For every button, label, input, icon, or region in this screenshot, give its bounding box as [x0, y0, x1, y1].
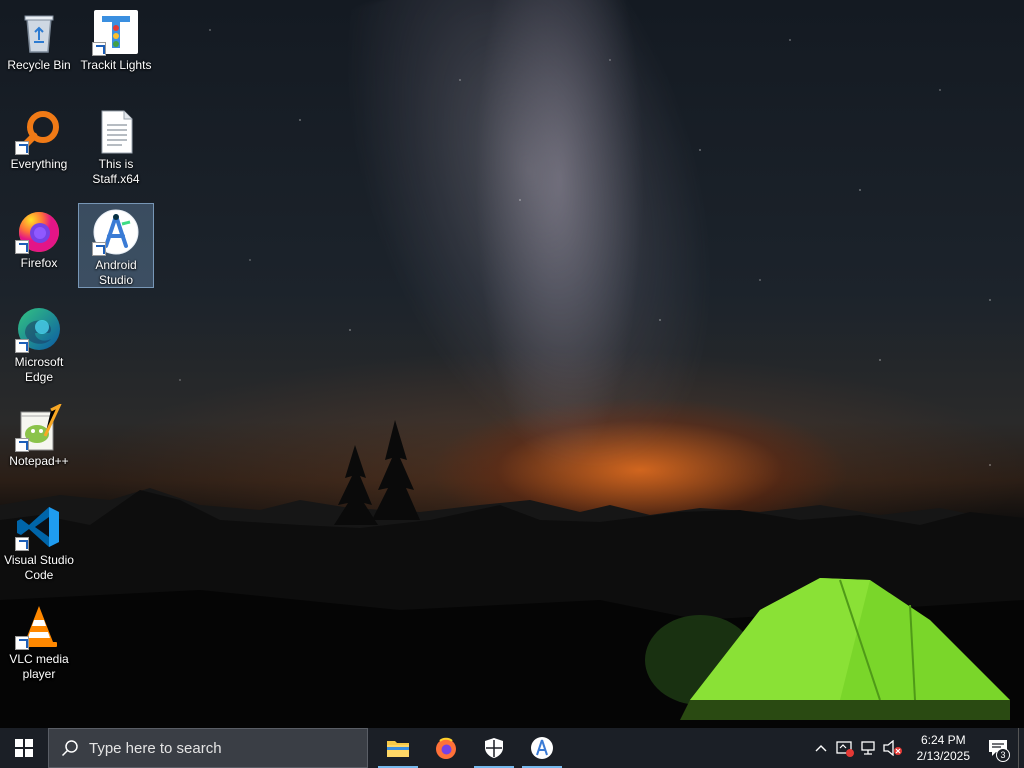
desktop-icon-everything[interactable]: Everything [1, 103, 77, 172]
network-icon [860, 741, 875, 755]
shortcut-arrow-icon [92, 242, 106, 256]
tray-security[interactable] [833, 728, 857, 768]
desktop-icon-vlc[interactable]: VLC media player [1, 598, 77, 682]
android-studio-icon [531, 737, 553, 759]
taskbar-app-file-explorer[interactable] [374, 728, 422, 768]
desktop-icon-label: Android Studio [95, 258, 137, 287]
clock-date: 2/13/2025 [916, 749, 970, 763]
desktop-icon-label: Firefox [20, 256, 58, 270]
edge-icon [15, 305, 63, 353]
desktop-icon-label: Notepad++ [9, 454, 69, 468]
recycle-bin-icon [15, 8, 63, 56]
shortcut-arrow-icon [92, 42, 106, 56]
desktop-icon-label: Trackit Lights [80, 58, 152, 72]
tray-volume[interactable] [881, 728, 905, 768]
search-input[interactable] [89, 739, 349, 757]
traffic-light-icon [92, 8, 140, 56]
tray-chevron[interactable] [809, 728, 833, 768]
desktop-icon-label: This is Staff.x64 [92, 157, 140, 186]
desktop-icon-microsoft-edge[interactable]: Microsoft Edge [1, 301, 77, 385]
desktop-icon-trackit-lights[interactable]: Trackit Lights [78, 4, 154, 73]
taskbar-app-windows-security[interactable] [470, 728, 518, 768]
magnifier-icon [15, 107, 63, 155]
taskbar: 6:24 PM 2/13/2025 3 [0, 728, 1024, 768]
text-file-icon [92, 107, 140, 155]
show-desktop-button[interactable] [1018, 728, 1024, 768]
desktop-icon-label: Recycle Bin [7, 58, 71, 72]
volume-muted-icon [882, 740, 902, 756]
shortcut-arrow-icon [15, 141, 29, 155]
taskbar-app-android-studio[interactable] [518, 728, 566, 768]
android-studio-icon [92, 208, 140, 256]
desktop-icon-android-studio[interactable]: Android Studio [78, 203, 154, 288]
notepadpp-icon [15, 402, 63, 452]
shortcut-arrow-icon [15, 636, 29, 650]
firefox-icon [436, 737, 456, 759]
shortcut-arrow-icon [15, 339, 29, 353]
desktop-icon-recycle-bin[interactable]: Recycle Bin [1, 4, 77, 73]
shield-icon [485, 738, 503, 758]
shortcut-arrow-icon [15, 537, 29, 551]
shortcut-arrow-icon [15, 438, 29, 452]
desktop-icon-label: Microsoft Edge [14, 355, 64, 384]
firefox-icon [15, 206, 63, 254]
shortcut-arrow-icon [15, 240, 29, 254]
action-center-button[interactable]: 3 [978, 728, 1018, 768]
taskbar-search-box[interactable] [48, 728, 368, 768]
vlc-icon [15, 602, 63, 650]
search-icon [61, 740, 78, 757]
tray-network[interactable] [857, 728, 881, 768]
notification-count-badge: 3 [996, 748, 1010, 762]
taskbar-app-firefox[interactable] [422, 728, 470, 768]
chevron-up-icon [815, 745, 827, 752]
desktop-icon-label: VLC media player [9, 652, 69, 681]
desktop-icon-label: Visual Studio Code [4, 553, 74, 582]
start-button[interactable] [0, 728, 48, 768]
desktop-icon-label: Everything [10, 157, 68, 171]
taskbar-pinned-apps [374, 728, 566, 768]
desktop-icon-notepad-plus-plus[interactable]: Notepad++ [1, 400, 77, 469]
desktop-icon-text-file[interactable]: This is Staff.x64 [78, 103, 154, 187]
clock-time: 6:24 PM [920, 733, 966, 747]
vscode-icon [15, 503, 63, 551]
security-alert-icon [835, 741, 854, 757]
taskbar-clock[interactable]: 6:24 PM 2/13/2025 [909, 732, 978, 764]
windows-logo-icon [15, 739, 33, 757]
desktop-icon-firefox[interactable]: Firefox [1, 202, 77, 271]
system-tray: 6:24 PM 2/13/2025 3 [809, 728, 1024, 768]
desktop-icon-visual-studio-code[interactable]: Visual Studio Code [1, 499, 77, 583]
folder-icon [387, 741, 409, 757]
